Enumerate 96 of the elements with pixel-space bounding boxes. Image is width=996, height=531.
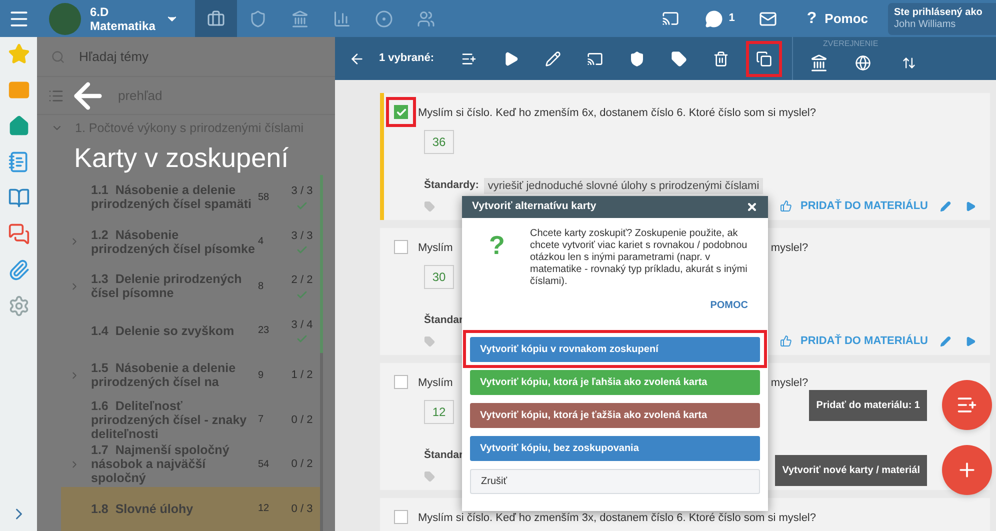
pencil-icon [940, 200, 951, 212]
copy-icon[interactable] [746, 40, 782, 76]
topic-count: 9 [258, 368, 265, 383]
topic-progress: 2 / 2 [291, 273, 313, 288]
topic-item[interactable]: 1.1 Násobenie a delenie prirodzených čísel spamäti 58 3 / 3 [61, 175, 323, 220]
help-button[interactable]: Pomoc [824, 8, 868, 28]
chat-icon [704, 10, 723, 28]
topic-item[interactable]: 1.5 Násobenie a delenie prirodzených čísel na 9 1 / 2 [61, 353, 323, 398]
back-icon[interactable] [349, 50, 365, 66]
topic-title: 1.5 Násobenie a delenie prirodzených čísel na [91, 361, 237, 390]
topic-item[interactable]: 1.3 Delenie prirodzených čísel písomne 8 2 / 2 [61, 264, 323, 308]
topic-title: 1.8 Slovné úlohy [91, 502, 194, 516]
topic-count: 12 [258, 502, 270, 516]
publish-label: ZVEREJNENIE [823, 38, 878, 50]
cast-icon [662, 10, 679, 27]
card-checkbox[interactable] [394, 510, 408, 524]
fab-tooltip: Pridať do materiálu: 1 [809, 390, 927, 420]
topic-progress: 3 / 3 [291, 228, 313, 244]
settings-icon[interactable] [8, 295, 30, 317]
star-icon[interactable] [8, 43, 30, 65]
like-icon [780, 200, 792, 212]
topic-title: 1.6 Deliteľnosť prirodzených čísel - znaky deliteľnosti [91, 398, 248, 441]
topic-progress: 3 / 4 [291, 318, 313, 332]
topic-progress: 0 / 2 [291, 412, 313, 428]
add-to-material-link[interactable]: PRIDAŤ DO MATERIÁLU [800, 332, 928, 350]
topic-title: 1.3 Delenie prirodzených čísel písomne [91, 272, 243, 300]
question-text: Myslím [418, 376, 453, 391]
topic-item[interactable]: 1.6 Deliteľnosť prirodzených čísel - znaky deliteľnosti 7 0 / 2 [61, 398, 323, 442]
topic-count: 7 [258, 413, 265, 428]
chat-icon[interactable] [8, 223, 30, 245]
card-checkbox[interactable] [394, 375, 408, 389]
question-text: Myslím si číslo. Keď ho zmenším 6x, dostanem číslo 6. Ktoré číslo som si myslel? [418, 106, 816, 121]
class-selector[interactable]: 6.D Matematika [90, 4, 180, 32]
class-avatar [49, 2, 81, 34]
like-icon [780, 335, 792, 347]
selected-count: 1 vybrané: [379, 51, 434, 66]
tag-icon [424, 470, 435, 482]
dialog-option-button[interactable]: Zrušiť [470, 469, 760, 494]
topic-title: 1.7 Najmenší spoločný násobok a najväčší spoločný [91, 443, 230, 486]
question-text: myslel? [770, 376, 808, 391]
topic-title: 1.1 Násobenie a delenie prirodzených čísel spamäti [91, 183, 252, 212]
search-field[interactable]: Hľadaj témy [79, 46, 279, 66]
overlay-title: Karty v zoskupení [73, 142, 290, 175]
list-icon [48, 88, 64, 104]
topic-progress: 3 / 3 [291, 184, 313, 199]
topic-title: 1.2 Násobenie prirodzených čísel písomke [91, 228, 256, 256]
card-checkbox[interactable] [394, 240, 408, 254]
play-icon [965, 200, 976, 212]
topic-count: 8 [258, 280, 265, 294]
question-text: Myslím [418, 241, 453, 256]
topic-count: 58 [258, 190, 270, 205]
answer-box: 12 [424, 400, 454, 424]
standards-label: Štandardy: [424, 178, 479, 193]
question-text: Myslím si číslo. Keď ho zmenším 3x, dostanem číslo 6. Ktoré číslo som si myslel? [418, 511, 816, 526]
dialog-option-button[interactable]: Vytvoriť kópiu v rovnakom zoskupení [470, 337, 760, 362]
dialog-text: Chcete karty zoskupiť? Zoskupenie použite, ak chcete vytvoriť viac kariet s rovnakou / podobnou otázkou len s inými parametrami (napr. v matematike - rovnaký typ príkladu, akurát s inými číslami). [530, 228, 748, 288]
dialog-option-button[interactable]: Vytvoriť kópiu, ktorá je ťažšia ako zvolená karta [470, 403, 760, 428]
standard-tag: vyriešiť jednoduché slovné úlohy s prirodzenými číslami [484, 178, 764, 194]
close-icon[interactable] [746, 201, 758, 213]
dialog-option-button[interactable]: Vytvoriť kópiu, ktorá je ľahšia ako zvolená karta [470, 370, 760, 395]
home-icon[interactable] [8, 115, 30, 137]
help-glyph: ? [806, 8, 817, 28]
play-icon [965, 336, 976, 346]
topic-count: 23 [258, 324, 270, 338]
question-text: myslel? [770, 241, 808, 256]
tag-icon [424, 200, 435, 212]
answer-box: 36 [424, 130, 454, 154]
standards-label: Štandar [424, 313, 464, 328]
question-mark-glyph: ? [489, 230, 505, 262]
add-to-material-link[interactable]: PRIDAŤ DO MATERIÁLU [800, 198, 928, 214]
briefcase-icon[interactable] [195, 0, 238, 37]
paperclip-icon[interactable] [8, 259, 30, 281]
topic-count: 4 [258, 235, 265, 250]
tag-icon [424, 336, 435, 346]
dialog-title: Vytvoriť alternatívu karty [472, 199, 596, 214]
notebook-icon[interactable] [8, 151, 30, 173]
topic-progress: 0 / 2 [291, 457, 313, 472]
topic-progress: 0 / 3 [291, 502, 313, 516]
topic-item[interactable]: 1.4 Delenie so zvyškom 23 3 / 4 [61, 308, 323, 353]
topic-item[interactable]: 1.2 Násobenie prirodzených čísel písomke 4 3 / 3 [61, 220, 323, 264]
login-label: Ste prihlásený ako [894, 6, 984, 18]
help-link[interactable]: POMOC [710, 298, 748, 313]
topic-progress: 1 / 2 [291, 368, 313, 383]
message-count: 1 [728, 11, 735, 26]
topic-count: 54 [258, 458, 270, 472]
dialog-option-button[interactable]: Vytvoriť kópiu, bez zoskupovania [470, 436, 760, 461]
topic-title: 1.4 Delenie so zvyškom [91, 324, 236, 338]
user-name: John Williams [894, 18, 957, 30]
topic-item[interactable]: 1.8 Slovné úlohy 12 0 / 3 [61, 486, 323, 531]
fab-tooltip: Vytvoriť nové karty / materiál [775, 454, 927, 486]
search-icon [51, 50, 65, 64]
answer-box: 30 [424, 264, 454, 288]
book-icon[interactable] [8, 187, 30, 209]
card-checkbox[interactable] [394, 105, 408, 119]
standards-label: Štandar [424, 448, 464, 464]
pencil-icon [940, 336, 951, 346]
